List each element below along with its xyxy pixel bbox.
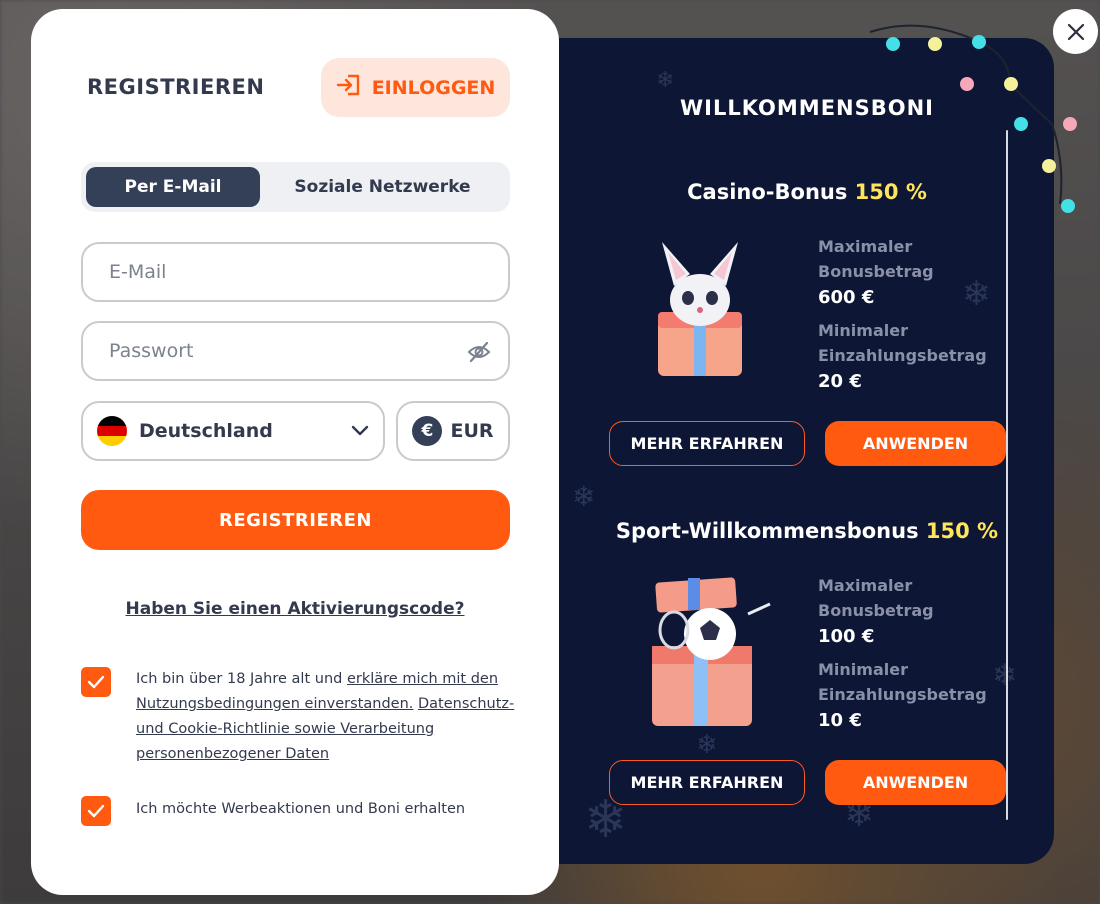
bonus-name: Casino-Bonus bbox=[687, 180, 848, 204]
checkmark-icon bbox=[87, 675, 105, 689]
country-select[interactable]: Deutschland bbox=[81, 401, 385, 461]
currency-value: EUR bbox=[450, 420, 494, 442]
register-button[interactable]: REGISTRIEREN bbox=[81, 490, 510, 550]
email-field[interactable] bbox=[81, 242, 510, 302]
login-label: EINLOGGEN bbox=[371, 76, 496, 99]
min-deposit-value: 10 € bbox=[818, 710, 862, 731]
min-deposit-label: Minimaler Einzahlungsbetrag bbox=[818, 660, 987, 704]
min-deposit-label: Minimaler Einzahlungsbetrag bbox=[818, 321, 987, 365]
activation-code-link[interactable]: Haben Sie einen Aktivierungscode? bbox=[31, 599, 559, 619]
fox-gift-illustration bbox=[640, 234, 760, 388]
close-button[interactable] bbox=[1053, 9, 1098, 54]
password-field[interactable] bbox=[81, 321, 510, 381]
country-value: Deutschland bbox=[139, 420, 273, 442]
euro-icon: € bbox=[412, 416, 443, 446]
terms-text: Ich bin über 18 Jahre alt und erkläre mi… bbox=[136, 667, 521, 767]
bonus-percent: 150 % bbox=[925, 519, 999, 543]
max-bonus-value: 100 € bbox=[818, 626, 875, 647]
terms-checkbox[interactable] bbox=[81, 667, 111, 697]
chevron-down-icon bbox=[351, 420, 369, 442]
snowflake-icon: ❄ bbox=[572, 480, 596, 513]
promo-checkbox[interactable] bbox=[81, 796, 111, 826]
snowflake-icon: ❄ bbox=[656, 68, 675, 93]
casino-bonus-info: Maximaler Bonusbetrag 600 € Minimaler Ei… bbox=[818, 234, 1008, 402]
promo-text: Ich möchte Werbeaktionen und Boni erhalt… bbox=[136, 801, 466, 817]
checkmark-icon bbox=[87, 804, 105, 818]
eye-off-icon[interactable] bbox=[466, 339, 492, 370]
casino-more-info-button[interactable]: MEHR ERFAHREN bbox=[609, 421, 805, 466]
email-input[interactable] bbox=[109, 261, 482, 283]
tab-social[interactable]: Soziale Netzwerke bbox=[260, 167, 505, 207]
sport-more-info-button[interactable]: MEHR ERFAHREN bbox=[609, 760, 805, 805]
max-bonus-label: Maximaler Bonusbetrag bbox=[818, 237, 934, 281]
sport-apply-button[interactable]: ANWENDEN bbox=[825, 760, 1006, 805]
password-input[interactable] bbox=[109, 340, 482, 362]
login-button[interactable]: EINLOGGEN bbox=[321, 58, 510, 117]
currency-select[interactable]: € EUR bbox=[396, 401, 510, 461]
tab-email[interactable]: Per E-Mail bbox=[86, 167, 260, 207]
min-deposit-value: 20 € bbox=[818, 371, 862, 392]
close-icon bbox=[1067, 23, 1084, 40]
sport-gift-illustration bbox=[630, 574, 780, 738]
registration-form-panel: REGISTRIEREN EINLOGGEN Per E-Mail Sozial… bbox=[31, 9, 559, 895]
christmas-lights-decoration bbox=[869, 24, 1077, 213]
sport-bonus-heading: Sport-Willkommensbonus 150 % bbox=[520, 519, 1054, 543]
terms-text-part1: Ich bin über 18 Jahre alt und bbox=[136, 671, 347, 687]
page-title: REGISTRIEREN bbox=[87, 75, 265, 99]
login-arrow-icon bbox=[336, 73, 362, 102]
max-bonus-label: Maximaler Bonusbetrag bbox=[818, 576, 934, 620]
casino-apply-button[interactable]: ANWENDEN bbox=[825, 421, 1006, 466]
bonus-name: Sport-Willkommensbonus bbox=[615, 519, 919, 543]
max-bonus-value: 600 € bbox=[818, 287, 875, 308]
register-method-tabs: Per E-Mail Soziale Netzwerke bbox=[81, 162, 510, 212]
sport-bonus-info: Maximaler Bonusbetrag 100 € Minimaler Ei… bbox=[818, 573, 1008, 741]
germany-flag-icon bbox=[97, 416, 127, 446]
